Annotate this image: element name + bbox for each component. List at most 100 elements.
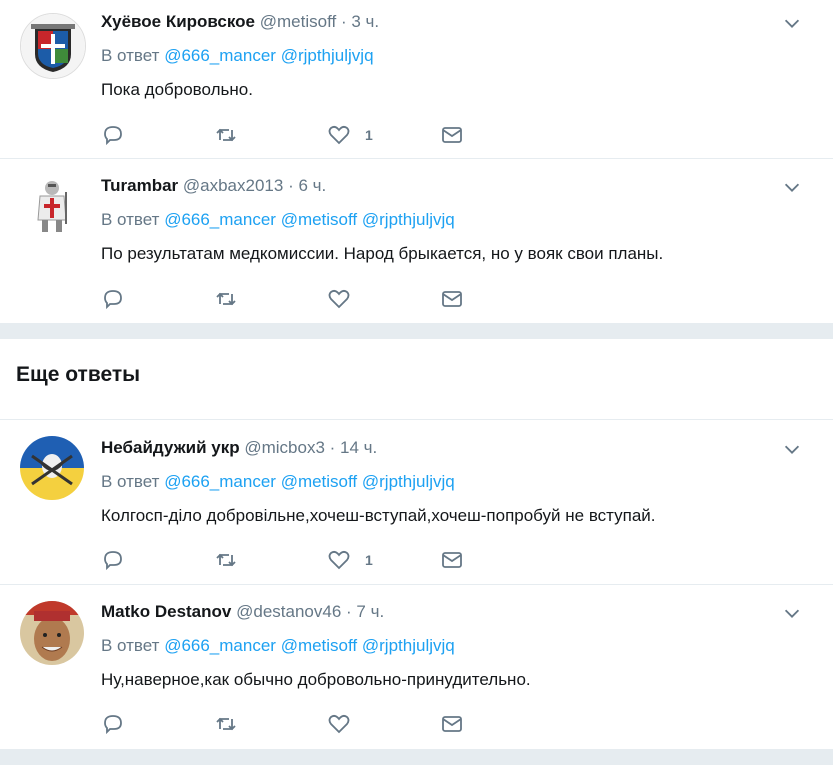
reply-button[interactable] xyxy=(101,547,125,573)
reply-button[interactable] xyxy=(101,122,125,148)
direct-message-button[interactable] xyxy=(440,547,464,573)
tweet[interactable]: Matko Destanov @destanov46 · 7 ч. В отве… xyxy=(0,585,833,750)
reply-prefix: В ответ xyxy=(101,210,160,229)
timestamp[interactable]: 6 ч. xyxy=(298,176,326,195)
retweet-icon xyxy=(216,553,236,567)
avatar[interactable] xyxy=(20,172,84,236)
chevron-down-icon[interactable] xyxy=(781,438,803,460)
section-divider xyxy=(0,750,833,765)
tweet-actions xyxy=(101,711,521,737)
tweet[interactable]: Turambar @axbax2013 · 6 ч. В ответ @666_… xyxy=(0,159,833,324)
retweet-button[interactable] xyxy=(214,547,238,573)
reply-prefix: В ответ xyxy=(101,46,160,65)
reply-context: В ответ @666_mancer @rjpthjuljvjq xyxy=(101,46,374,66)
reply-button[interactable] xyxy=(101,711,125,737)
reply-icon xyxy=(104,551,122,571)
display-name[interactable]: Turambar xyxy=(101,176,178,195)
chevron-down-icon[interactable] xyxy=(781,602,803,624)
like-button[interactable] xyxy=(327,711,365,737)
tweet-header: Хуёвое Кировское @metisoff · 3 ч. xyxy=(101,12,379,32)
chevron-down-icon[interactable] xyxy=(781,176,803,198)
display-name[interactable]: Хуёвое Кировское xyxy=(101,12,255,31)
envelope-icon xyxy=(442,291,462,307)
avatar[interactable] xyxy=(20,601,84,665)
mention-link[interactable]: @rjpthjuljvjq xyxy=(362,636,455,655)
section-title: Еще ответы xyxy=(16,363,141,386)
more-replies-header: Еще ответы xyxy=(0,339,833,420)
direct-message-button[interactable] xyxy=(440,122,464,148)
tweet[interactable]: Небайдужий укр @micbox3 · 14 ч. В ответ … xyxy=(0,420,833,585)
user-handle[interactable]: @micbox3 xyxy=(244,438,325,457)
mention-link[interactable]: @666_mancer xyxy=(164,636,276,655)
mention-link[interactable]: @rjpthjuljvjq xyxy=(362,472,455,491)
retweet-icon xyxy=(216,292,236,306)
reply-icon xyxy=(104,126,122,146)
display-name[interactable]: Matko Destanov xyxy=(101,602,231,621)
like-button[interactable]: 1 xyxy=(327,122,373,148)
tweet-text: По результатам медкомиссии. Народ брыкае… xyxy=(101,244,664,263)
envelope-icon xyxy=(442,716,462,732)
reply-context: В ответ @666_mancer @metisoff @rjpthjulj… xyxy=(101,636,455,656)
section-divider xyxy=(0,324,833,339)
mention-link[interactable]: @metisoff xyxy=(281,210,357,229)
knight-avatar-image xyxy=(20,172,84,236)
avatar[interactable] xyxy=(20,436,84,500)
mention-link[interactable]: @rjpthjuljvjq xyxy=(362,210,455,229)
timestamp[interactable]: 3 ч. xyxy=(351,12,379,31)
mention-link[interactable]: @metisoff xyxy=(281,636,357,655)
reply-button[interactable] xyxy=(101,286,125,312)
reply-prefix: В ответ xyxy=(101,636,160,655)
tweet-text: Колгосп-діло добровільне,хочеш-вступай,х… xyxy=(101,506,656,525)
avatar[interactable] xyxy=(20,13,86,79)
user-handle[interactable]: @destanov46 xyxy=(236,602,341,621)
mention-link[interactable]: @rjpthjuljvjq xyxy=(281,46,374,65)
retweet-icon xyxy=(216,128,236,142)
flag-cossack-avatar-image xyxy=(20,436,84,500)
heart-icon xyxy=(328,550,350,570)
reply-context: В ответ @666_mancer @metisoff @rjpthjulj… xyxy=(101,210,455,230)
reply-icon xyxy=(104,715,122,735)
timestamp[interactable]: 14 ч. xyxy=(340,438,377,457)
separator-dot: · xyxy=(340,12,347,31)
mention-link[interactable]: @666_mancer xyxy=(164,472,276,491)
user-handle[interactable]: @metisoff xyxy=(260,12,336,31)
tweet-header: Turambar @axbax2013 · 6 ч. xyxy=(101,176,326,196)
portrait-avatar-image xyxy=(20,601,84,665)
retweet-button[interactable] xyxy=(214,122,238,148)
tweet-header: Небайдужий укр @micbox3 · 14 ч. xyxy=(101,438,377,458)
chevron-down-icon[interactable] xyxy=(781,12,803,34)
mention-link[interactable]: @metisoff xyxy=(281,472,357,491)
tweet-header: Matko Destanov @destanov46 · 7 ч. xyxy=(101,602,384,622)
mention-link[interactable]: @666_mancer xyxy=(164,210,276,229)
mention-link[interactable]: @666_mancer xyxy=(164,46,276,65)
like-button[interactable] xyxy=(327,286,365,312)
reply-context: В ответ @666_mancer @metisoff @rjpthjulj… xyxy=(101,472,455,492)
heart-icon xyxy=(328,714,350,734)
retweet-icon xyxy=(216,717,236,731)
timestamp[interactable]: 7 ч. xyxy=(356,602,384,621)
tweet-actions: 1 xyxy=(101,547,521,573)
like-button[interactable]: 1 xyxy=(327,547,373,573)
heart-icon xyxy=(328,289,350,309)
like-count: 1 xyxy=(365,127,373,143)
envelope-icon xyxy=(442,552,462,568)
separator-dot: · xyxy=(329,438,336,457)
user-handle[interactable]: @axbax2013 xyxy=(183,176,283,195)
like-count: 1 xyxy=(365,552,373,568)
separator-dot: · xyxy=(346,602,352,621)
direct-message-button[interactable] xyxy=(440,711,464,737)
separator-dot: · xyxy=(288,176,294,195)
reply-icon xyxy=(104,290,122,310)
tweet-text: Пока добровольно. xyxy=(101,80,253,99)
tweet-text: Ну,наверное,как обычно добровольно-прину… xyxy=(101,670,531,689)
tweet[interactable]: Хуёвое Кировское @metisoff · 3 ч. В отве… xyxy=(0,0,833,159)
heart-icon xyxy=(328,125,350,145)
retweet-button[interactable] xyxy=(214,286,238,312)
tweet-actions: 1 xyxy=(101,122,521,148)
coat-of-arms-avatar-image xyxy=(21,14,85,78)
direct-message-button[interactable] xyxy=(440,286,464,312)
retweet-button[interactable] xyxy=(214,711,238,737)
tweet-actions xyxy=(101,286,521,312)
reply-prefix: В ответ xyxy=(101,472,160,491)
display-name[interactable]: Небайдужий укр xyxy=(101,438,240,457)
